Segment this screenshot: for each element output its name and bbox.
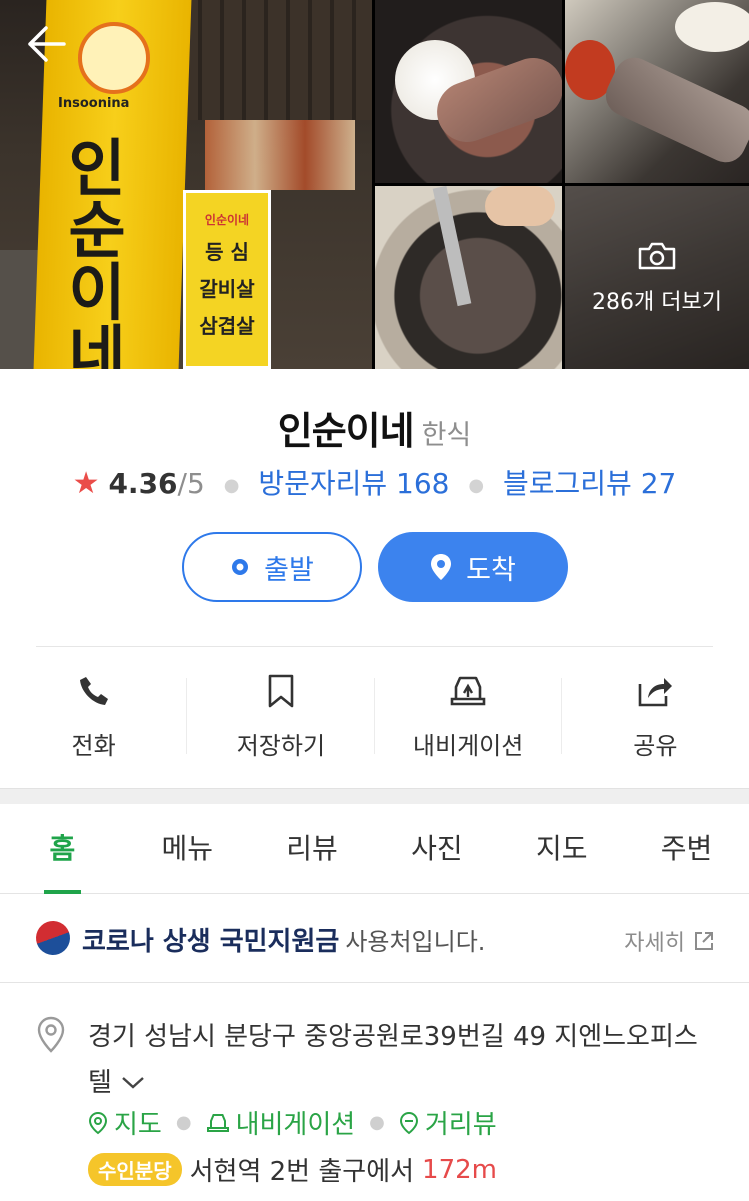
photo-gallery: Insoonina 인 순 이 네 인순이네 등 심 갈비살 삼겹살 286개 …: [0, 0, 749, 369]
map-link[interactable]: 지도: [88, 1104, 162, 1141]
street-view-link[interactable]: 거리뷰: [399, 1104, 497, 1141]
navigation-action[interactable]: 내비게이션: [375, 670, 563, 760]
action-label: 저장하기: [236, 732, 326, 760]
divider: [36, 646, 713, 647]
notice-suffix: 사용처입니다.: [345, 928, 486, 956]
star-icon: ★: [72, 466, 100, 501]
route-buttons: 출발 도착: [0, 532, 749, 602]
signboard-line: 등 심: [205, 240, 249, 264]
section-divider: [0, 788, 749, 804]
tab-nearby[interactable]: 주변: [624, 804, 749, 893]
nearest-station: 수인분당 서현역 2번 출구에서 172m: [88, 1151, 497, 1188]
street-view-icon: [399, 1111, 418, 1134]
separator-dot: ●: [468, 474, 485, 496]
quick-actions: 전화 저장하기 내비게이션 공유: [0, 670, 749, 760]
photo-storefront[interactable]: Insoonina 인 순 이 네 인순이네 등 심 갈비살 삼겹살: [0, 0, 372, 369]
photo-more-tile[interactable]: 286개 더보기: [565, 186, 749, 369]
notice-title: 코로나 상생 국민지원금: [82, 927, 340, 957]
bookmark-icon: [187, 670, 374, 712]
rating-row: ★ 4.36/5 ● 방문자리뷰 168 ● 블로그리뷰 27: [0, 462, 749, 502]
origin-dot-icon: [230, 557, 250, 577]
chevron-down-icon[interactable]: [120, 1060, 146, 1106]
address-pin-icon: [36, 1016, 66, 1058]
location-links: 지도 ● 내비게이션 ● 거리뷰: [88, 1104, 497, 1141]
separator-dot: ●: [175, 1112, 192, 1133]
arrive-button[interactable]: 도착: [378, 532, 568, 602]
ceiling-photo-detail: [180, 0, 372, 120]
action-label: 전화: [71, 732, 116, 760]
address-text[interactable]: 경기 성남시 분당구 중앙공원로39번길 49 지엔느오피스텔: [88, 1014, 708, 1106]
start-button-label: 출발: [264, 554, 314, 586]
photo-hand-detail: [485, 186, 555, 226]
restaurant-logo: [78, 22, 150, 94]
share-action[interactable]: 공유: [562, 670, 749, 760]
place-title-row: 인순이네 한식: [0, 400, 749, 455]
signboard-line: 인순이네: [204, 213, 250, 227]
subway-line-badge: 수인분당: [88, 1153, 182, 1186]
banner-char: 네: [68, 318, 126, 369]
notice-text: 코로나 상생 국민지원금 사용처입니다.: [82, 921, 485, 958]
map-pin-icon: [88, 1111, 108, 1134]
back-arrow-icon[interactable]: [24, 24, 72, 64]
photo-dish-detail: [675, 2, 749, 52]
photo-grill-pan[interactable]: [375, 186, 562, 369]
camera-icon: [637, 241, 677, 271]
more-photos-label: 286개 더보기: [592, 290, 722, 315]
separator-dot: ●: [369, 1112, 385, 1133]
call-action[interactable]: 전화: [0, 670, 188, 760]
signboard-line: 갈비살: [199, 277, 255, 301]
photo-dim-overlay: [565, 186, 749, 369]
action-label: 내비게이션: [412, 732, 524, 760]
save-action[interactable]: 저장하기: [187, 670, 375, 760]
visitor-reviews-link[interactable]: 방문자리뷰 168: [258, 467, 449, 500]
map-link-label: 지도: [114, 1110, 162, 1140]
signboard-line: 삼겹살: [199, 314, 255, 338]
navigation-link-label: 내비게이션: [235, 1110, 356, 1140]
tab-bar: 홈 메뉴 리뷰 사진 지도 주변: [0, 804, 749, 894]
notice-details-link[interactable]: 자세히: [624, 925, 715, 957]
photo-grilled-pork[interactable]: [375, 0, 562, 183]
menu-signboard: 인순이네 등 심 갈비살 삼겹살: [183, 190, 271, 369]
action-label: 공유: [633, 732, 678, 760]
car-icon: [206, 1113, 229, 1132]
place-category: 한식: [421, 420, 472, 451]
street-view-link-label: 거리뷰: [424, 1110, 497, 1140]
station-distance: 172m: [422, 1154, 497, 1185]
separator-dot: ●: [223, 474, 240, 496]
start-button[interactable]: 출발: [182, 532, 362, 602]
covid-support-notice: 코로나 상생 국민지원금 사용처입니다. 자세히: [0, 895, 749, 983]
station-text: 서현역 2번 출구에서: [189, 1157, 415, 1187]
tab-reviews[interactable]: 리뷰: [250, 804, 375, 893]
tab-home[interactable]: 홈: [0, 804, 125, 894]
external-link-icon: [695, 932, 713, 950]
car-navigation-icon: [375, 670, 562, 712]
place-name: 인순이네: [277, 409, 415, 453]
notice-details-label: 자세히: [624, 931, 685, 956]
banner-english-name: Insoonina: [58, 96, 130, 111]
rating-value: 4.36: [108, 467, 178, 500]
tab-photos[interactable]: 사진: [374, 804, 499, 893]
arrive-button-label: 도착: [466, 554, 516, 586]
phone-icon: [0, 670, 187, 712]
tab-map[interactable]: 지도: [499, 804, 624, 893]
rating-max: /5: [177, 467, 205, 500]
photo-side-dishes[interactable]: [565, 0, 749, 183]
photo-tongs-detail: [432, 186, 472, 307]
share-icon: [562, 670, 749, 712]
tab-menu[interactable]: 메뉴: [125, 804, 250, 893]
navigation-link[interactable]: 내비게이션: [206, 1104, 356, 1141]
location-pin-icon: [430, 553, 452, 581]
blog-reviews-link[interactable]: 블로그리뷰 27: [503, 467, 676, 500]
photo-fish-detail: [599, 51, 749, 169]
taegeuk-emblem-icon: [31, 916, 75, 960]
address-value: 경기 성남시 분당구 중앙공원로39번길 49 지엔느오피스텔: [88, 1022, 698, 1098]
wall-menu-pictures: [205, 120, 355, 190]
